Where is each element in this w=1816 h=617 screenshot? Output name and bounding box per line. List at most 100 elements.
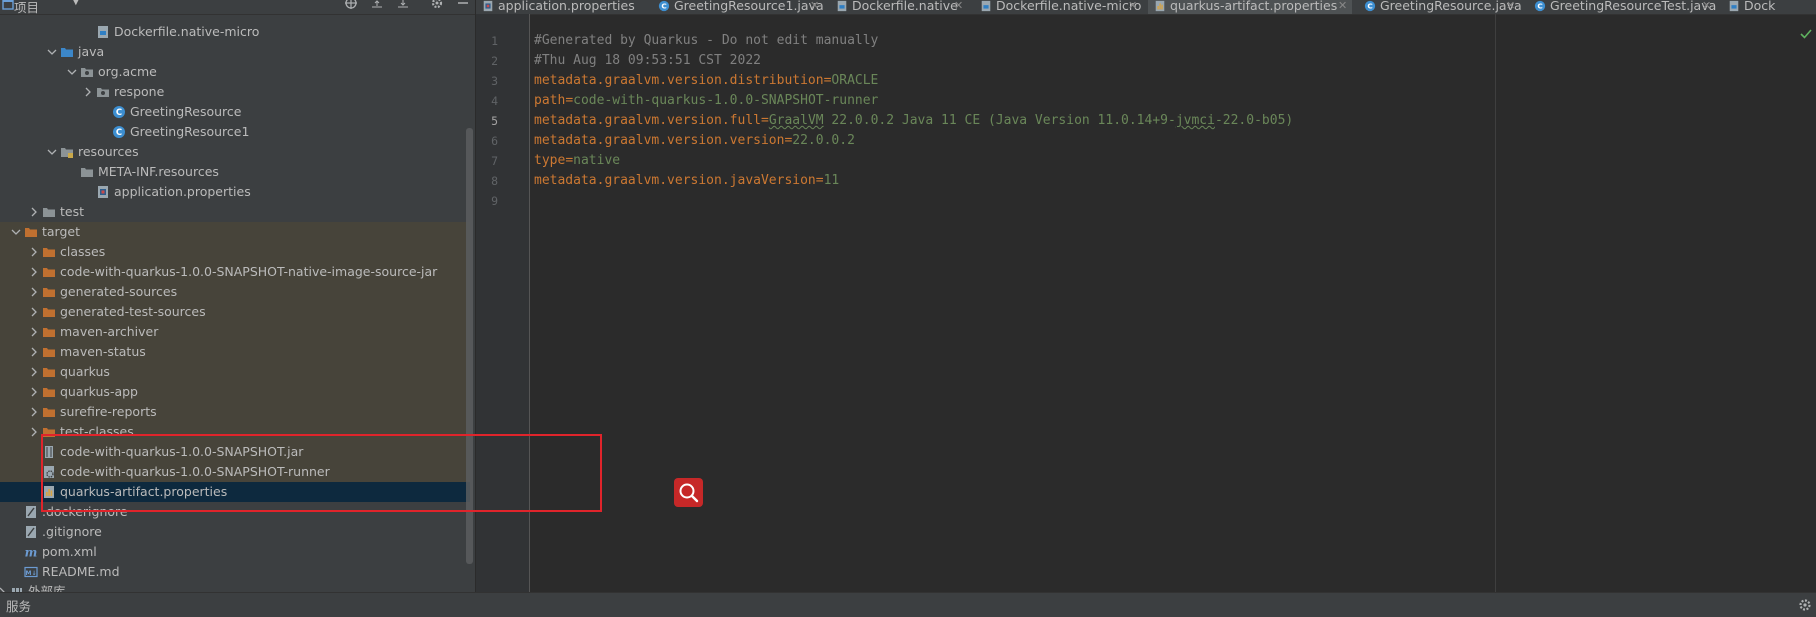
chevron-right-icon[interactable] xyxy=(28,242,40,262)
tree-item[interactable]: quarkus-artifact.properties xyxy=(0,482,470,502)
settings-icon[interactable] xyxy=(428,0,446,15)
chevron-right-icon[interactable] xyxy=(28,262,40,282)
tree-item[interactable]: 外部库 xyxy=(0,582,470,592)
code-editor[interactable]: #Generated by Quarkus - Do not edit manu… xyxy=(534,14,1804,592)
tree-item[interactable]: code-with-quarkus-1.0.0-SNAPSHOT-runner xyxy=(0,462,470,482)
tree-item[interactable]: C GreetingResource1 xyxy=(0,122,470,142)
code-token: metadata.graalvm.version.version xyxy=(534,133,785,148)
tree-item[interactable]: application.properties xyxy=(0,182,470,202)
class-icon: C xyxy=(658,0,670,12)
gear-icon[interactable] xyxy=(1798,598,1812,612)
tree-item[interactable]: classes xyxy=(0,242,470,262)
chevron-right-icon[interactable] xyxy=(28,302,40,322)
tree-item[interactable]: test-classes xyxy=(0,422,470,442)
project-panel-title[interactable]: 项目 xyxy=(14,0,39,16)
line-number: 7 xyxy=(491,154,498,168)
chevron-down-icon[interactable]: ▼ xyxy=(72,0,80,7)
chevron-right-icon[interactable] xyxy=(28,402,40,422)
editor-tab[interactable]: Dockerfile.native ✕ xyxy=(830,0,968,14)
tree-item[interactable]: org.acme xyxy=(0,62,470,82)
tree-item[interactable]: generated-sources xyxy=(0,282,470,302)
minimize-icon[interactable] xyxy=(454,0,472,15)
code-line[interactable]: #Thu Aug 18 09:53:51 CST 2022 xyxy=(534,51,761,71)
tree-item[interactable]: M↓ README.md xyxy=(0,562,470,582)
services-tool-label[interactable]: 服务 xyxy=(6,596,31,615)
line-number: 8 xyxy=(491,174,498,188)
folder-orange-icon xyxy=(42,265,56,279)
inspection-ok-icon[interactable] xyxy=(1800,28,1812,40)
chevron-down-icon[interactable] xyxy=(10,222,22,242)
close-icon[interactable]: ✕ xyxy=(1128,0,1137,14)
project-view-icon[interactable] xyxy=(2,0,14,10)
tree-item[interactable]: java xyxy=(0,42,470,62)
code-token: -22.0-b05) xyxy=(1214,113,1294,128)
tree-item[interactable]: C GreetingResource xyxy=(0,102,470,122)
tree-item[interactable]: code-with-quarkus-1.0.0-SNAPSHOT-native-… xyxy=(0,262,470,282)
code-token: = xyxy=(760,113,769,128)
class-icon: C xyxy=(112,125,126,139)
collapse-all-icon[interactable] xyxy=(394,0,412,15)
code-line[interactable]: metadata.graalvm.version.distribution=OR… xyxy=(534,71,878,91)
chevron-down-icon[interactable] xyxy=(46,42,58,62)
folder-orange-icon xyxy=(42,345,56,359)
tree-item[interactable]: Dockerfile.native-micro xyxy=(0,22,470,42)
tree-item[interactable]: respone xyxy=(0,82,470,102)
tree-item[interactable]: maven-status xyxy=(0,342,470,362)
chevron-right-icon[interactable] xyxy=(28,342,40,362)
tree-item[interactable]: .dockerignore xyxy=(0,502,470,522)
tree-item-label: quarkus xyxy=(60,364,110,379)
code-line[interactable]: type=native xyxy=(534,151,620,171)
project-scrollbar[interactable] xyxy=(466,128,473,564)
code-line[interactable]: metadata.graalvm.version.version=22.0.0.… xyxy=(534,131,855,151)
tree-item-label: pom.xml xyxy=(42,544,97,559)
chevron-right-icon[interactable] xyxy=(28,322,40,342)
close-icon[interactable]: ✕ xyxy=(1338,0,1347,14)
code-line[interactable]: path=code-with-quarkus-1.0.0-SNAPSHOT-ru… xyxy=(534,91,878,111)
chevron-right-icon[interactable] xyxy=(82,82,94,102)
close-icon[interactable]: ✕ xyxy=(1506,0,1515,14)
tree-item[interactable]: test xyxy=(0,202,470,222)
editor-tab-label: GreetingResource1.java xyxy=(674,0,824,13)
tree-item[interactable]: generated-test-sources xyxy=(0,302,470,322)
tree-item[interactable]: resources xyxy=(0,142,470,162)
chevron-right-icon[interactable] xyxy=(28,202,40,222)
tree-item[interactable]: quarkus-app xyxy=(0,382,470,402)
code-line[interactable]: metadata.graalvm.version.javaVersion=11 xyxy=(534,171,839,191)
tree-item[interactable]: .gitignore xyxy=(0,522,470,542)
chevron-down-icon[interactable] xyxy=(66,62,78,82)
tree-item[interactable]: target xyxy=(0,222,470,242)
close-icon[interactable]: ✕ xyxy=(954,0,963,14)
tree-item[interactable]: maven-archiver xyxy=(0,322,470,342)
editor-tab[interactable]: C GreetingResource.java ✕ xyxy=(1358,0,1522,14)
locate-icon[interactable] xyxy=(342,0,360,15)
tree-item-label: target xyxy=(42,224,81,239)
editor-tab[interactable]: C GreetingResourceTest.java ✕ xyxy=(1528,0,1716,14)
chevron-right-icon[interactable] xyxy=(28,382,40,402)
code-line[interactable]: #Generated by Quarkus - Do not edit manu… xyxy=(534,31,878,51)
code-line[interactable]: metadata.graalvm.version.full=GraalVM 22… xyxy=(534,111,1293,131)
editor-tab[interactable]: Dock xyxy=(1722,0,1816,14)
chevron-right-icon[interactable] xyxy=(28,422,40,442)
chevron-right-icon[interactable] xyxy=(0,582,8,592)
tree-item[interactable]: quarkus xyxy=(0,362,470,382)
close-icon[interactable]: ✕ xyxy=(810,0,819,14)
editor-tab[interactable]: Dockerfile.native-micro ✕ xyxy=(974,0,1142,14)
folder-orange-icon xyxy=(42,325,56,339)
tree-item[interactable]: code-with-quarkus-1.0.0-SNAPSHOT.jar xyxy=(0,442,470,462)
expand-all-icon[interactable] xyxy=(368,0,386,15)
editor-tab[interactable]: C GreetingResource1.java ✕ xyxy=(652,0,824,14)
editor-tab[interactable]: quarkus-artifact.properties ✕ xyxy=(1148,0,1352,14)
editor-tab[interactable]: application.properties xyxy=(476,0,646,14)
runner-icon xyxy=(42,465,56,479)
tree-item[interactable]: surefire-reports xyxy=(0,402,470,422)
chevron-right-icon[interactable] xyxy=(28,362,40,382)
file-docker-icon xyxy=(980,0,992,12)
tree-item[interactable]: m pom.xml xyxy=(0,542,470,562)
close-icon[interactable]: ✕ xyxy=(1702,0,1711,14)
code-token: path xyxy=(534,93,566,108)
chevron-right-icon[interactable] xyxy=(28,282,40,302)
search-icon[interactable] xyxy=(674,478,703,507)
tree-item[interactable]: META-INF.resources xyxy=(0,162,470,182)
folder-orange-icon xyxy=(42,405,56,419)
chevron-down-icon[interactable] xyxy=(46,142,58,162)
